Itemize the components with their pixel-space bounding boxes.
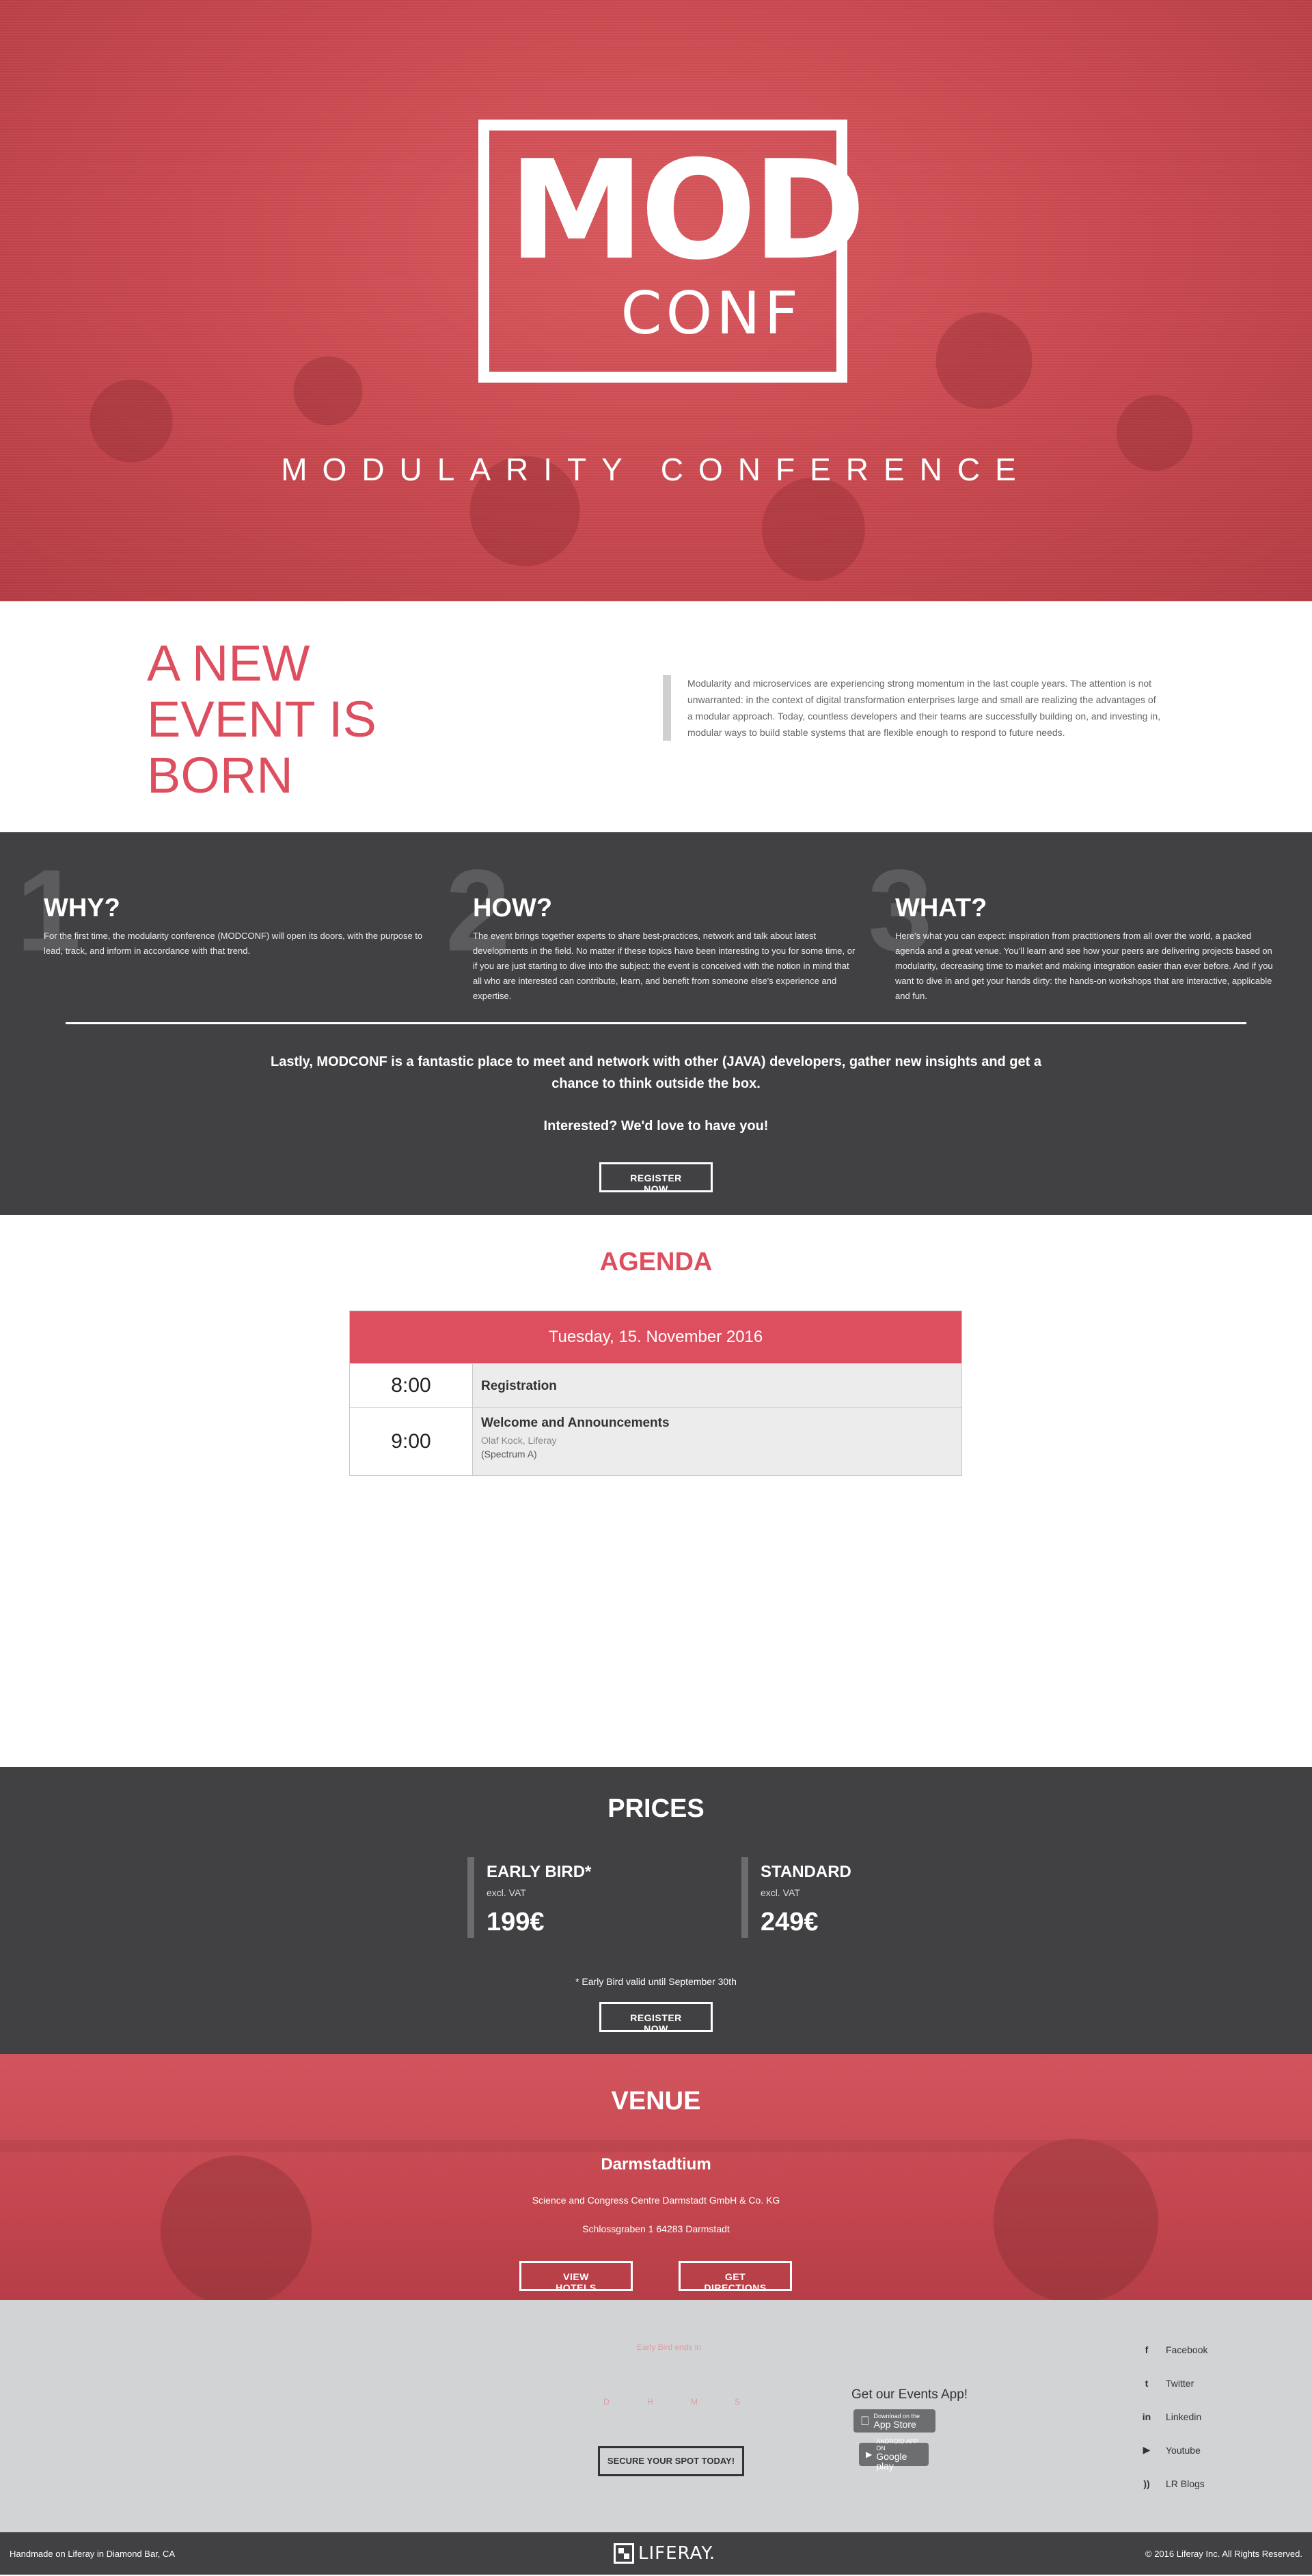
google-play-badge[interactable]: ▶ ANDROID APP ON Google play <box>859 2438 929 2471</box>
price-vat: excl. VAT <box>487 1887 526 1898</box>
rss-icon: )) <box>1143 2478 1150 2489</box>
secure-spot-button[interactable]: SECURE YOUR SPOT TODAY! <box>598 2446 744 2476</box>
price-vat: excl. VAT <box>761 1887 800 1898</box>
modconf-logo: MOD CONF <box>478 120 866 383</box>
social-links: f Facebook t Twitter in Linkedin ▶ Youtu… <box>1141 2333 1208 2500</box>
closing-block: Lastly, MODCONF is a fantastic place to … <box>246 1051 1066 1137</box>
footer: Early Bird ends in D H M S SECURE YOUR S… <box>0 2300 1312 2532</box>
pillar-text: Here's what you can expect: inspiration … <box>895 931 1273 1001</box>
price-name: EARLY BIRD* <box>487 1863 592 1881</box>
pillar-title: HOW? <box>473 894 553 922</box>
agenda-session: Registration <box>473 1364 961 1407</box>
agenda-time: 9:00 <box>350 1408 473 1475</box>
session-speaker: Olaf Kock, Liferay <box>481 1435 557 1446</box>
countdown-hours: H <box>647 2397 653 2407</box>
price-card-early-bird: EARLY BIRD* excl. VAT 199€ <box>467 1857 591 1938</box>
liferay-mark-icon <box>614 2543 634 2564</box>
price-name: STANDARD <box>761 1863 851 1881</box>
intro-section: A NEW EVENT IS BORN Modularity and micro… <box>0 601 1312 832</box>
facebook-icon: f <box>1145 2344 1149 2355</box>
social-linkedin-link[interactable]: in Linkedin <box>1141 2400 1207 2433</box>
agenda-table: Tuesday, 15. November 2016 8:00 Registra… <box>349 1311 962 1476</box>
app-store-badge[interactable]:  Download on the App Store <box>853 2409 935 2433</box>
google-play-icon: ▶ <box>866 2450 873 2459</box>
liferay-wordmark: LIFERAY. <box>638 2543 716 2564</box>
pillar-title: WHY? <box>44 894 120 922</box>
agenda-section: AGENDA Tuesday, 15. November 2016 8:00 R… <box>0 1215 1312 1767</box>
hero-tagline: MODULARITY CONFERENCE <box>281 452 1031 487</box>
venue-address-line1: Science and Congress Centre Darmstadt Gm… <box>532 2195 780 2206</box>
venue-section: VENUE Darmstadtium Science and Congress … <box>0 2054 1312 2300</box>
agenda-title: AGENDA <box>599 1248 713 1276</box>
google-play-big-text: Google play <box>876 2451 907 2471</box>
get-directions-button[interactable]: GET DIRECTIONS <box>679 2261 792 2293</box>
pillar-how: 2 HOW? The event brings together experts… <box>446 853 856 1004</box>
interest-text: Interested? We'd love to have you! <box>543 1119 769 1134</box>
logo-mod-text: MOD <box>508 131 866 290</box>
early-bird-countdown-label: Early Bird ends in <box>637 2342 702 2352</box>
pillar-text: For the first time, the modularity confe… <box>44 931 423 956</box>
view-hotels-button[interactable]: VIEW HOTELS <box>519 2261 633 2293</box>
intro-headline: A NEW EVENT IS BORN <box>147 635 377 804</box>
closing-text: Lastly, MODCONF is a fantastic place to … <box>271 1054 1041 1091</box>
google-play-text: ANDROID APP ON Google play <box>876 2438 922 2471</box>
liferay-logo[interactable]: LIFERAY. <box>614 2543 715 2564</box>
pillar-why: 1 WHY? For the first time, the modularit… <box>16 853 426 969</box>
session-room: (Spectrum A) <box>481 1449 537 1460</box>
social-label: Linkedin <box>1166 2411 1202 2422</box>
price-amount: 199€ <box>487 1908 545 1936</box>
twitter-icon: t <box>1145 2377 1149 2389</box>
handmade-text: Handmade on Liferay in Diamond Bar, CA <box>10 2549 176 2559</box>
social-twitter-link[interactable]: t Twitter <box>1141 2366 1207 2400</box>
early-bird-note: * Early Bird valid until September 30th <box>575 1976 737 1987</box>
session-title: Welcome and Announcements <box>481 1416 670 1430</box>
logo-conf-text: CONF <box>620 279 802 348</box>
youtube-icon: ▶ <box>1143 2444 1151 2455</box>
google-play-small-text: ANDROID APP ON <box>876 2438 918 2452</box>
social-blogs-link[interactable]: )) LR Blogs <box>1141 2467 1207 2500</box>
social-label: LR Blogs <box>1166 2478 1205 2489</box>
venue-address-line2: Schlossgraben 1 64283 Darmstadt <box>582 2223 730 2234</box>
social-label: Youtube <box>1166 2444 1201 2456</box>
app-store-big-text: App Store <box>864 2419 916 2430</box>
app-store-text: Download on the App Store <box>874 2413 920 2429</box>
session-title: Registration <box>481 1379 557 1393</box>
pillar-what: 3 WHAT? Here's what you can expect: insp… <box>868 853 1278 1004</box>
social-facebook-link[interactable]: f Facebook <box>1141 2333 1208 2366</box>
price-card-standard: STANDARD excl. VAT 249€ <box>741 1857 851 1938</box>
hero-section: MOD CONF MODULARITY CONFERENCE <box>0 0 1312 601</box>
pillar-title: WHAT? <box>895 894 987 922</box>
section-divider <box>66 1022 1246 1024</box>
agenda-time: 8:00 <box>350 1364 473 1407</box>
price-amount: 249€ <box>761 1908 819 1936</box>
why-how-what-section: 1 WHY? For the first time, the modularit… <box>0 832 1312 1215</box>
prices-section: PRICES EARLY BIRD* excl. VAT 199€ STANDA… <box>0 1767 1312 2054</box>
venue-name: Darmstadtium <box>601 2155 711 2174</box>
apple-icon:  <box>860 2414 870 2428</box>
social-label: Facebook <box>1166 2344 1208 2355</box>
countdown-seconds: S <box>735 2397 741 2407</box>
pillar-text: The event brings together experts to sha… <box>473 931 856 1001</box>
agenda-row: 8:00 Registration <box>350 1363 961 1407</box>
social-label: Twitter <box>1166 2377 1194 2389</box>
copyright-text: © 2016 Liferay Inc. All Rights Reserved. <box>1145 2549 1302 2559</box>
agenda-day-header[interactable]: Tuesday, 15. November 2016 <box>350 1311 961 1363</box>
prices-title: PRICES <box>607 1794 705 1823</box>
agenda-session: Welcome and Announcements Olaf Kock, Lif… <box>473 1408 961 1475</box>
social-youtube-link[interactable]: ▶ Youtube <box>1141 2433 1207 2467</box>
countdown-minutes: M <box>691 2397 698 2407</box>
register-now-button[interactable]: REGISTER NOW <box>599 1162 713 1194</box>
bottom-bar: Handmade on Liferay in Diamond Bar, CA L… <box>0 2532 1312 2575</box>
linkedin-icon: in <box>1142 2411 1151 2422</box>
register-now-button[interactable]: REGISTER NOW <box>599 2002 713 2034</box>
intro-text: Modularity and microservices are experie… <box>663 675 1162 741</box>
agenda-row: 9:00 Welcome and Announcements Olaf Kock… <box>350 1407 961 1475</box>
countdown-days: D <box>603 2397 610 2407</box>
events-app-title: Get our Events App! <box>851 2387 968 2402</box>
venue-title: VENUE <box>611 2087 701 2115</box>
